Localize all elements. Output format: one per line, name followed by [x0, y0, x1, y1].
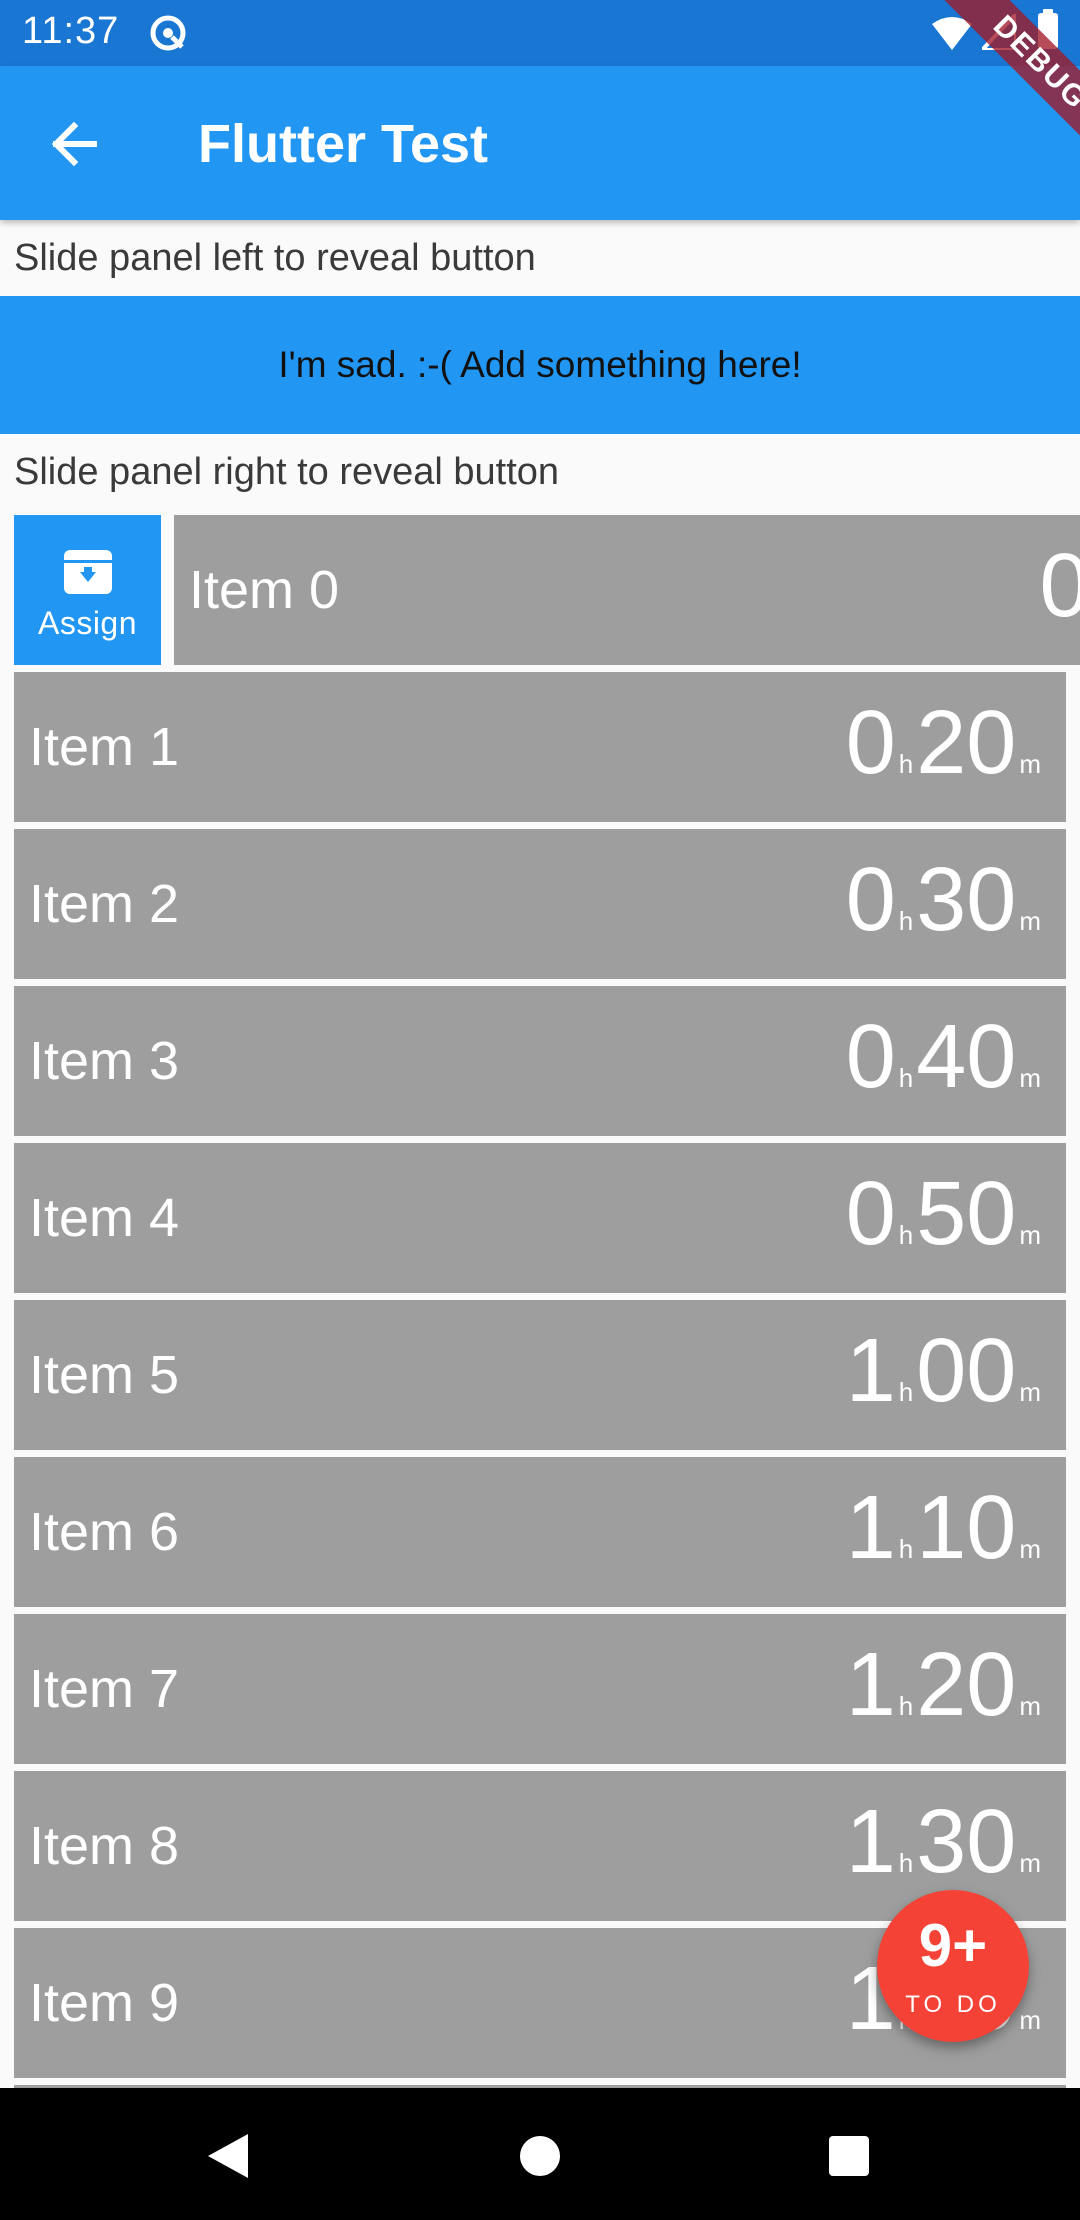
slide-left-hint: Slide panel left to reveal button — [14, 237, 536, 279]
minutes-unit: m — [1019, 906, 1041, 936]
item-minutes: 00 — [916, 1321, 1017, 1421]
item-label: Item 5 — [29, 1345, 180, 1405]
item-label: Item 0 — [189, 560, 340, 620]
item-hours: 1 — [845, 1792, 896, 1892]
hours-unit: h — [898, 1220, 914, 1250]
notification-icon — [150, 15, 186, 51]
item-label: Item 8 — [29, 1816, 180, 1876]
item-hours: 1 — [845, 1321, 896, 1421]
list-item[interactable]: Item 5 1 h 00 m — [14, 1300, 1066, 1450]
item-duration: 0 h 40 m — [846, 1012, 1044, 1102]
system-nav-bar — [0, 2088, 1080, 2220]
todo-label: TO DO — [905, 1991, 1001, 2018]
triangle-back-icon[interactable] — [204, 2130, 252, 2182]
minutes-unit: m — [1019, 749, 1041, 779]
item-duration: 0h — [1039, 541, 1080, 631]
circle-home-icon[interactable] — [520, 2136, 560, 2176]
minutes-unit: m — [1019, 1848, 1041, 1878]
item-minutes: 30 — [916, 1792, 1017, 1892]
todo-fab[interactable]: 9+ TO DO — [877, 1890, 1029, 2042]
item-duration: 1 h 10 m — [846, 1483, 1044, 1573]
item-label: Item 6 — [29, 1502, 180, 1562]
list-item[interactable]: Item 4 0 h 50 m — [14, 1143, 1066, 1293]
item-duration: 1 h 20 m — [846, 1640, 1044, 1730]
back-arrow-icon[interactable] — [40, 109, 110, 179]
item-minutes: 30 — [916, 850, 1017, 950]
item-label: Item 3 — [29, 1031, 180, 1091]
item-hours: 0 — [845, 693, 896, 793]
hours-unit: h — [898, 1377, 914, 1407]
item-minutes: 10 — [916, 1478, 1017, 1578]
square-recents-icon[interactable] — [829, 2136, 869, 2176]
item-duration: 1 h 00 m — [846, 1326, 1044, 1416]
minutes-unit: m — [1019, 1063, 1041, 1093]
list-item[interactable]: Item 7 1 h 20 m — [14, 1614, 1066, 1764]
item-minutes: 50 — [916, 1164, 1017, 1264]
minutes-unit: m — [1019, 1220, 1041, 1250]
hours-unit: h — [898, 1534, 914, 1564]
minutes-unit: m — [1019, 1534, 1041, 1564]
list-item[interactable]: Item 3 0 h 40 m — [14, 986, 1066, 1136]
list-item[interactable]: Item 8 1 h 30 m — [14, 1771, 1066, 1921]
assign-label: Assign — [37, 605, 138, 641]
item-hours: 0 — [1039, 536, 1080, 636]
list-item[interactable]: Item 1 0 h 20 m — [14, 672, 1066, 822]
minutes-unit: m — [1019, 1377, 1041, 1407]
item-label: Item 9 — [29, 1973, 180, 2033]
archive-icon — [64, 550, 112, 594]
assign-button[interactable]: Assign — [14, 515, 161, 665]
hours-unit: h — [898, 1691, 914, 1721]
hours-unit: h — [898, 749, 914, 779]
item-minutes: 20 — [916, 1635, 1017, 1735]
item-duration: 0 h 20 m — [846, 698, 1044, 788]
hours-unit: h — [898, 1063, 914, 1093]
hours-unit: h — [898, 1848, 914, 1878]
revealed-panel[interactable]: I'm sad. :-( Add something here! — [0, 296, 1080, 434]
item-label: Item 1 — [29, 717, 180, 777]
item-label: Item 4 — [29, 1188, 180, 1248]
item-duration: 0 h 30 m — [846, 855, 1044, 945]
item-minutes: 20 — [916, 693, 1017, 793]
item-hours: 0 — [845, 1007, 896, 1107]
item-duration: 0 h 50 m — [846, 1169, 1044, 1259]
list-item[interactable]: Item 0 0h — [174, 515, 1080, 665]
item-hours: 1 — [845, 1478, 896, 1578]
item-hours: 0 — [845, 1164, 896, 1264]
list-item[interactable]: Item 2 0 h 30 m — [14, 829, 1066, 979]
page-title: Flutter Test — [198, 114, 489, 174]
item-label: Item 7 — [29, 1659, 180, 1719]
hours-unit: h — [898, 906, 914, 936]
item-minutes: 40 — [916, 1007, 1017, 1107]
item-hours: 1 — [845, 1635, 896, 1735]
revealed-panel-text: I'm sad. :-( Add something here! — [278, 344, 802, 385]
status-time: 11:37 — [22, 10, 120, 52]
slide-right-hint: Slide panel right to reveal button — [14, 451, 560, 493]
list-item[interactable]: Item 6 1 h 10 m — [14, 1457, 1066, 1607]
app-bar: Flutter Test — [0, 66, 1080, 220]
todo-count-badge: 9+ — [918, 1912, 988, 1979]
item-label: Item 2 — [29, 874, 180, 934]
item-duration: 1 h 30 m — [846, 1797, 1044, 1887]
status-bar: 11:37 — [0, 0, 1080, 66]
item-hours: 0 — [845, 850, 896, 950]
minutes-unit: m — [1019, 1691, 1041, 1721]
